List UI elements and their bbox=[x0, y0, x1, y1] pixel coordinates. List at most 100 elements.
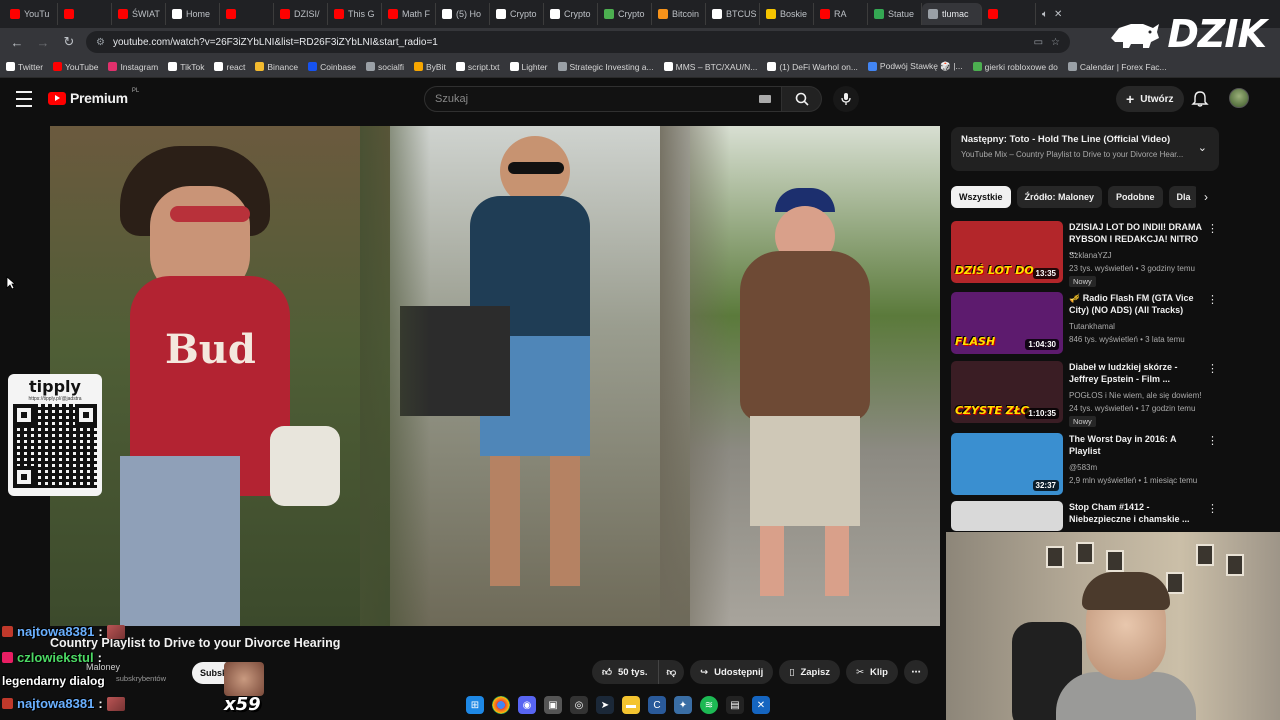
bookmark-item[interactable]: (1) DeFi Warhol on... bbox=[767, 62, 858, 72]
bookmark-item[interactable]: YouTube bbox=[53, 62, 98, 72]
forward-button[interactable]: → bbox=[34, 33, 52, 51]
filter-chip[interactable]: Wszystkie bbox=[951, 186, 1011, 208]
browser-tab[interactable]: Crypto bbox=[544, 3, 598, 25]
close-icon[interactable]: ✕ bbox=[1054, 9, 1062, 20]
app-icon[interactable]: ◎ bbox=[570, 696, 588, 714]
ccleaner-icon[interactable]: C bbox=[648, 696, 666, 714]
bookmark-item[interactable]: Lighter bbox=[509, 62, 548, 72]
more-vertical-icon[interactable]: ⋮ bbox=[1207, 294, 1218, 306]
recommendation-item[interactable]: 32:37 The Worst Day in 2016: A Playlist @5… bbox=[951, 433, 1219, 497]
bookmark-item[interactable]: Podwój Stawkę 🎲 |... bbox=[867, 61, 963, 72]
recommendation-title[interactable]: Stop Cham #1412 - Niebezpieczne i chamsk… bbox=[1069, 501, 1205, 525]
search-button[interactable] bbox=[782, 86, 822, 112]
bookmark-star-icon[interactable]: ☆ bbox=[1051, 37, 1060, 48]
browser-tab[interactable]: Statue bbox=[868, 3, 922, 25]
browser-tab[interactable]: Crypto bbox=[490, 3, 544, 25]
cast-icon[interactable]: ▭ bbox=[1034, 37, 1043, 48]
app-icon[interactable]: ▤ bbox=[726, 696, 744, 714]
browser-tab[interactable]: DZISI/ bbox=[274, 3, 328, 25]
recommendation-title[interactable]: 🎺 Radio Flash FM (GTA Vice City) (NO ADS… bbox=[1069, 292, 1205, 316]
recommendation-channel[interactable]: SzklanaYZJ bbox=[1069, 251, 1112, 260]
chrome-icon[interactable] bbox=[492, 696, 510, 714]
like-button[interactable]: 👍︎ 50 tys. bbox=[592, 660, 658, 684]
menu-icon[interactable] bbox=[16, 91, 32, 107]
save-button[interactable]: ▯ Zapisz bbox=[779, 660, 841, 684]
browser-tab[interactable]: Home bbox=[166, 3, 220, 25]
notifications-bell-icon[interactable] bbox=[1191, 90, 1209, 108]
browser-tab[interactable]: tlumac bbox=[922, 3, 982, 25]
browser-tab[interactable]: Crypto bbox=[598, 3, 652, 25]
more-actions-button[interactable]: ⋯ bbox=[903, 660, 928, 684]
app-icon[interactable]: ✕ bbox=[752, 696, 770, 714]
clip-button[interactable]: ✂ Klip bbox=[846, 660, 898, 684]
recommendation-thumbnail[interactable] bbox=[951, 501, 1063, 531]
speaker-icon[interactable]: 🔈︎ bbox=[1042, 9, 1048, 20]
more-vertical-icon[interactable]: ⋮ bbox=[1207, 503, 1218, 515]
recommendation-item[interactable]: Stop Cham #1412 - Niebezpieczne i chamsk… bbox=[951, 501, 1219, 531]
browser-tab[interactable] bbox=[220, 3, 274, 25]
file-explorer-icon[interactable]: ▬ bbox=[622, 696, 640, 714]
site-info-icon[interactable]: ⚙ bbox=[96, 37, 105, 48]
browser-tab[interactable] bbox=[982, 3, 1036, 25]
browser-tab[interactable] bbox=[58, 3, 112, 25]
more-vertical-icon[interactable]: ⋮ bbox=[1207, 435, 1218, 447]
bookmark-item[interactable]: Twitter bbox=[6, 62, 43, 72]
recommendation-thumbnail[interactable]: CZYSTE ZŁO 1:10:35 bbox=[951, 361, 1063, 423]
browser-tab[interactable]: Bitcoin bbox=[652, 3, 706, 25]
filter-chip[interactable]: Dla bbox=[1168, 186, 1199, 208]
bookmark-item[interactable]: react bbox=[214, 62, 245, 72]
recommendation-channel[interactable]: @583m bbox=[1069, 463, 1097, 472]
bookmark-item[interactable]: Strategic Investing a... bbox=[557, 62, 654, 72]
recommendation-thumbnail[interactable]: FLASH 1:04:30 bbox=[951, 292, 1063, 354]
browser-tab[interactable]: RA bbox=[814, 3, 868, 25]
browser-tab[interactable]: ŚWIAT bbox=[112, 3, 166, 25]
recommendation-thumbnail[interactable]: 32:37 bbox=[951, 433, 1063, 495]
voice-search-button[interactable] bbox=[833, 86, 859, 112]
bookmark-item[interactable]: gierki robloxowe do bbox=[972, 62, 1058, 72]
recommendation-title[interactable]: Diabeł w ludzkiej skórze - Jeffrey Epste… bbox=[1069, 361, 1205, 385]
filter-chip[interactable]: Podobne bbox=[1108, 186, 1163, 208]
chevron-right-icon[interactable]: › bbox=[1196, 187, 1216, 207]
keyboard-icon[interactable] bbox=[759, 95, 771, 103]
steam-icon[interactable]: ➤ bbox=[596, 696, 614, 714]
spotify-icon[interactable]: ≋ bbox=[700, 696, 718, 714]
dislike-button[interactable]: 👎︎ bbox=[657, 660, 685, 684]
filter-chip[interactable]: Źródło: Maloney bbox=[1016, 186, 1103, 208]
recommendation-thumbnail[interactable]: DZIŚ LOT DO 13:35 bbox=[951, 221, 1063, 283]
address-bar[interactable]: ⚙ youtube.com/watch?v=26F3iZYbLNI&list=R… bbox=[86, 31, 1070, 53]
bookmark-item[interactable]: MMS – BTC/XAU/N... bbox=[663, 62, 757, 72]
browser-tab[interactable]: (5) Ho bbox=[436, 3, 490, 25]
more-vertical-icon[interactable]: ⋮ bbox=[1207, 363, 1218, 375]
browser-tab[interactable]: Math F bbox=[382, 3, 436, 25]
recommendation-item[interactable]: FLASH 1:04:30 🎺 Radio Flash FM (GTA Vice C… bbox=[951, 292, 1219, 356]
back-button[interactable]: ← bbox=[8, 33, 26, 51]
reload-button[interactable]: ↻ bbox=[60, 33, 78, 51]
recommendation-channel[interactable]: Tutankhamal bbox=[1069, 322, 1115, 331]
bookmark-item[interactable]: socialfi bbox=[366, 62, 404, 72]
bookmark-item[interactable]: Binance bbox=[255, 62, 298, 72]
recommendation-item[interactable]: DZIŚ LOT DO 13:35 DZISIAJ LOT DO INDII! DR… bbox=[951, 221, 1219, 287]
app-icon[interactable]: ▣ bbox=[544, 696, 562, 714]
bookmark-item[interactable]: TikTok bbox=[168, 62, 204, 72]
browser-tab[interactable]: This G bbox=[328, 3, 382, 25]
windows-start-icon[interactable]: ⊞ bbox=[466, 696, 484, 714]
discord-icon[interactable]: ◉ bbox=[518, 696, 536, 714]
recommendation-channel[interactable]: POGŁOS i Nie wiem, ale się dowiem! bbox=[1069, 391, 1202, 400]
up-next-panel[interactable]: Następny: Toto - Hold The Line (Official… bbox=[951, 127, 1219, 171]
bookmark-item[interactable]: Coinbase bbox=[308, 62, 356, 72]
browser-tab[interactable]: YouTu bbox=[4, 3, 58, 25]
recommendation-title[interactable]: The Worst Day in 2016: A Playlist bbox=[1069, 433, 1205, 457]
chevron-down-icon[interactable]: ⌄ bbox=[1198, 141, 1207, 154]
search-input[interactable]: Szukaj bbox=[424, 86, 782, 112]
network-icon[interactable]: ✦ bbox=[674, 696, 692, 714]
bookmark-item[interactable]: script.txt bbox=[455, 62, 500, 72]
more-vertical-icon[interactable]: ⋮ bbox=[1207, 223, 1218, 235]
video-player[interactable]: Bud bbox=[50, 126, 940, 626]
browser-tab[interactable]: BTCUS bbox=[706, 3, 760, 25]
account-avatar[interactable] bbox=[1229, 88, 1249, 108]
bookmark-item[interactable]: Calendar | Forex Fac... bbox=[1067, 62, 1167, 72]
browser-tab[interactable]: Boskie bbox=[760, 3, 814, 25]
bookmark-item[interactable]: Instagram bbox=[108, 62, 158, 72]
recommendation-item[interactable]: CZYSTE ZŁO 1:10:35 Diabeł w ludzkiej skórz… bbox=[951, 361, 1219, 427]
create-button[interactable]: + Utwórz bbox=[1116, 86, 1184, 112]
